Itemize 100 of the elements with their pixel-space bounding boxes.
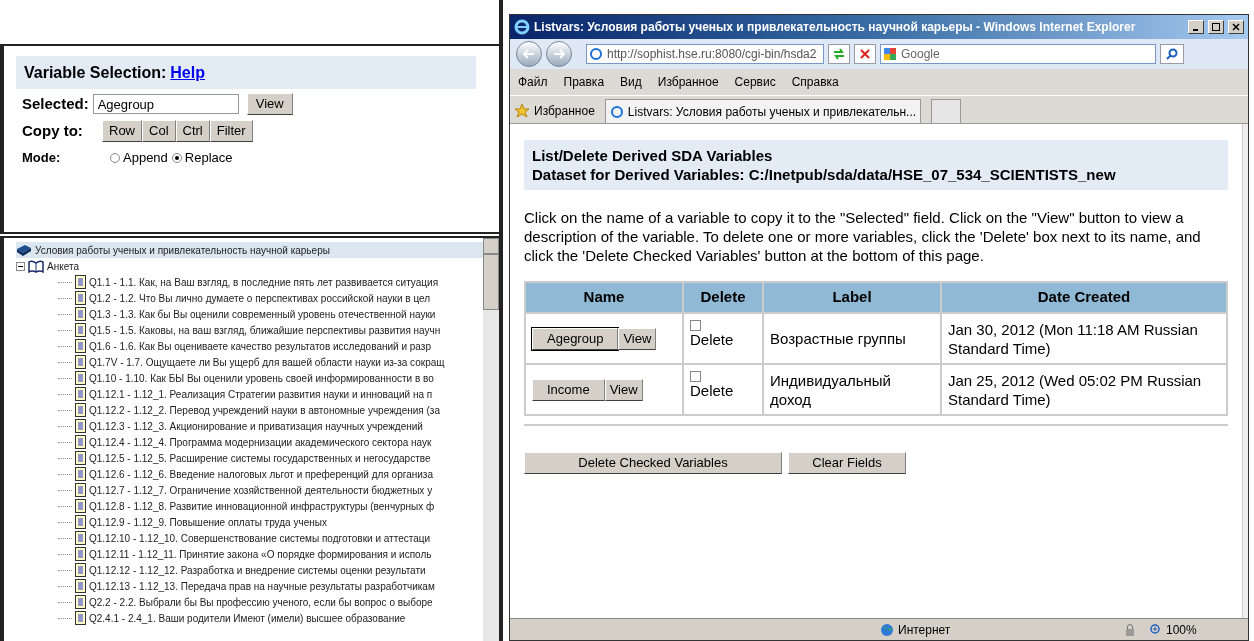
column-header: Name <box>525 282 683 313</box>
favorites-button[interactable]: Избранное <box>514 99 595 123</box>
view-button[interactable]: View <box>618 327 657 350</box>
tree-item[interactable]: Q1.12.5 - 1.12_5. Расширение системы государственных и негосударстве <box>89 450 431 466</box>
action-button[interactable]: Clear Fields <box>788 452 906 474</box>
tree-item[interactable]: Q1.6 - 1.6. Как Вы оцениваете качество результатов исследований и разр <box>89 338 431 354</box>
table-cell: Jan 30, 2012 (Mon 11:18 AM Russian Standard Time) <box>941 313 1227 364</box>
document-icon <box>75 483 86 497</box>
back-button[interactable] <box>516 41 542 67</box>
document-icon <box>75 307 86 321</box>
menu-item[interactable]: Правка <box>563 73 605 91</box>
tree-item[interactable]: Q1.7V - 1.7. Ощущаете ли Вы ущерб для вашей области науки из-за сокращ <box>89 354 445 370</box>
search-field[interactable]: Google <box>880 44 1156 64</box>
address-field[interactable]: http://sophist.hse.ru:8080/cgi-bin/hsda2 <box>586 44 824 64</box>
tree-item[interactable]: Q1.12.8 - 1.12_8. Развитие инновационной инфраструктуры (венчурных ф <box>89 498 435 514</box>
browser-tab[interactable]: Listvars: Условия работы ученых и привлекательн... <box>604 99 922 123</box>
maximize-icon <box>1212 23 1220 31</box>
page-icon <box>589 47 603 61</box>
document-icon <box>75 595 86 609</box>
tree-item[interactable]: Q2.2 - 2.2. Выбрали бы Вы профессию ученого, если бы вопрос о выборе <box>89 594 433 610</box>
refresh-button[interactable] <box>828 44 850 64</box>
document-icon <box>75 323 86 337</box>
radio-button[interactable] <box>171 152 182 163</box>
globe-icon <box>880 622 894 637</box>
document-icon <box>75 275 86 289</box>
document-icon <box>75 531 86 545</box>
tree-item[interactable]: Q1.12.9 - 1.12_9. Повышение оплаты труда ученых <box>89 514 327 530</box>
document-icon <box>75 339 86 353</box>
document-icon <box>75 435 86 449</box>
browser-logo-icon <box>514 19 530 35</box>
new-tab-button[interactable] <box>931 99 962 123</box>
tree-item[interactable]: Q1.3 - 1.3. Как бы Вы оценили современный уровень отечественной науки <box>89 306 436 322</box>
tree-item[interactable]: Q1.12.10 - 1.12_10. Совершенствование системы подготовки и аттестаци <box>89 530 431 546</box>
tree-item[interactable]: Q1.12.7 - 1.12_7. Ограничение хозяйственной деятельности бюджетных у <box>89 482 433 498</box>
dataset-path: Dataset for Derived Variables: C:/Inetpub/sda/data/HSE_07_534_SCIENTISTS_new <box>532 165 1117 184</box>
tree-item[interactable]: Q1.1 - 1.1. Как, на Ваш взгляд, в последние пять лет развивается ситуация <box>89 274 439 290</box>
maximize-button[interactable] <box>1208 20 1224 34</box>
zone-indicator: Интернет <box>880 620 1110 639</box>
back-arrow-icon <box>523 49 535 59</box>
menu-item[interactable]: Файл <box>518 73 548 91</box>
document-icon <box>75 547 86 561</box>
open-book-icon <box>28 259 44 273</box>
radio-label[interactable]: Replace <box>184 148 233 168</box>
scrollbar[interactable] <box>1242 124 1248 618</box>
document-icon <box>75 371 86 385</box>
zoom-control[interactable]: 100% <box>1150 620 1197 639</box>
tree-item[interactable]: Q1.12.11 - 1.12_11. Принятие закона «О порядке формирования и исполь <box>89 546 432 562</box>
tree-item[interactable]: Q1.12.1 - 1.12_1. Реализация Стратегии развития науки и инноваций на п <box>89 386 433 402</box>
stop-button[interactable] <box>854 44 876 64</box>
tree-item[interactable]: Q2.4.1 - 2.4_1. Ваши родители Имеют (имели) высшее образование <box>89 610 406 626</box>
zoom-icon <box>1150 623 1162 636</box>
search-button[interactable] <box>1160 44 1184 64</box>
menu-item[interactable]: Справка <box>791 73 839 91</box>
tree-item[interactable]: Q1.12.4 - 1.12_4. Программа модернизации академического сектора наук <box>89 434 432 450</box>
action-button[interactable]: Delete Checked Variables <box>524 452 782 474</box>
delete-checkbox[interactable] <box>690 371 701 382</box>
delete-checkbox[interactable] <box>690 320 701 331</box>
star-icon <box>514 103 530 119</box>
minimize-button[interactable] <box>1188 20 1204 34</box>
tree-item[interactable]: Q1.12.12 - 1.12_12. Разработка и внедрение системы оценки результати <box>89 562 426 578</box>
help-link[interactable]: Help <box>170 60 205 85</box>
variable-name-button[interactable]: Agegroup <box>532 327 619 350</box>
tree-item[interactable]: Q1.2 - 1.2. Что Вы лично думаете о перспективах российской науки в цел <box>89 290 431 306</box>
copy-button[interactable]: Ctrl <box>175 119 210 142</box>
minus-icon <box>18 263 23 269</box>
column-header: Label <box>763 282 941 313</box>
copy-button[interactable]: Col <box>142 119 176 142</box>
refresh-icon <box>832 48 846 60</box>
column-header: Delete <box>683 282 763 313</box>
delete-label: Delete <box>690 382 735 399</box>
menu-item[interactable]: Вид <box>620 73 642 91</box>
view-button[interactable]: View <box>246 93 293 116</box>
scrollbar[interactable] <box>483 238 499 641</box>
menu-item[interactable]: Сервис <box>734 73 776 91</box>
radio-button[interactable] <box>110 152 120 163</box>
tree-item[interactable]: Q1.12.3 - 1.12_3. Акционирование и приватизация научных учреждений <box>89 418 423 434</box>
selected-field[interactable]: Agegroup <box>92 94 239 115</box>
document-icon <box>75 403 86 417</box>
document-icon <box>75 611 86 625</box>
menu-item[interactable]: Избранное <box>657 73 719 91</box>
tree-item[interactable]: Q1.10 - 1.10. Как БЫ Вы оценили уровень своей информированности в во <box>89 370 434 386</box>
radio-label[interactable]: Append <box>123 148 168 168</box>
copy-button[interactable]: Row <box>102 119 142 142</box>
document-icon <box>75 387 86 401</box>
variable-name-button[interactable]: Income <box>532 378 605 401</box>
selected-label: Selected: <box>22 94 89 114</box>
document-icon <box>75 499 86 513</box>
stop-icon <box>860 49 870 59</box>
tree-item[interactable]: Q1.5 - 1.5. Каковы, на ваш взгляд, ближайшие перспективы развития научн <box>89 322 441 338</box>
view-button[interactable]: View <box>604 378 643 401</box>
section-title: Variable Selection: <box>24 62 167 83</box>
copy-button[interactable]: Filter <box>209 119 253 142</box>
forward-button[interactable] <box>546 41 572 67</box>
collapse-toggle[interactable] <box>16 261 25 271</box>
close-button[interactable] <box>1228 20 1244 34</box>
tree-item[interactable]: Q1.12.13 - 1.12_13. Передача прав на научные результаты разработчикам <box>89 578 435 594</box>
tree-item[interactable]: Анкета <box>47 258 79 274</box>
tree-item[interactable]: Q1.12.2 - 1.12_2. Перевод учреждений науки в автономные учреждения (за <box>89 402 440 418</box>
tree-item[interactable]: Q1.12.6 - 1.12_6. Введение налоговых льгот и преференций для организа <box>89 466 433 482</box>
lock-icon <box>1123 622 1137 637</box>
